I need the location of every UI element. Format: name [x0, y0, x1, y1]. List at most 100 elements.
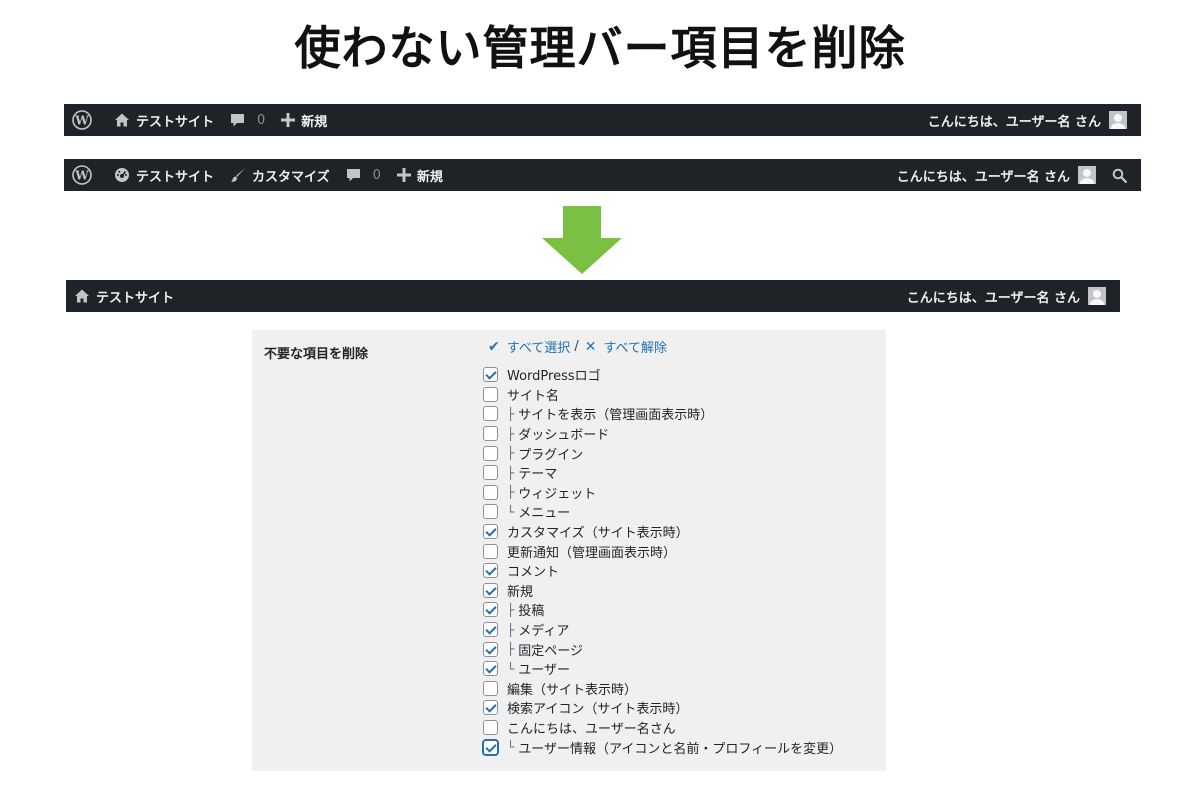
option-checkbox[interactable] — [483, 386, 498, 402]
comments-menu[interactable]: 0 — [338, 159, 389, 191]
option-label: テーマ — [518, 467, 558, 483]
option-checkbox[interactable] — [483, 641, 498, 657]
comments-count: 0 — [257, 112, 266, 128]
paintbrush-icon — [230, 167, 246, 183]
avatar — [1109, 111, 1127, 129]
option-checkbox[interactable] — [483, 622, 498, 638]
tree-connector: └ — [507, 661, 515, 676]
option-item[interactable]: WordPressロゴ — [483, 365, 842, 385]
avatar — [1088, 287, 1106, 305]
tree-connector: ├ — [507, 642, 515, 657]
option-item[interactable]: 検索アイコン（サイト表示時） — [483, 698, 842, 718]
my-account-menu[interactable]: こんにちは、ユーザー名 さん — [889, 159, 1104, 191]
option-checkbox[interactable] — [483, 406, 498, 422]
option-checkbox[interactable] — [483, 602, 498, 618]
option-checkbox[interactable] — [483, 582, 498, 598]
option-item[interactable]: コメント — [483, 561, 842, 581]
option-item[interactable]: ├ サイトを表示（管理画面表示時） — [483, 404, 842, 424]
greeting-label: こんにちは、ユーザー名 さん — [896, 169, 1070, 185]
option-item[interactable]: こんにちは、ユーザー名さん — [483, 718, 842, 738]
option-checkbox[interactable] — [483, 739, 498, 755]
plus-icon — [281, 113, 296, 127]
my-account-menu[interactable]: こんにちは、ユーザー名 さん — [920, 104, 1135, 136]
option-item[interactable]: カスタマイズ（サイト表示時） — [483, 522, 842, 542]
option-checkbox[interactable] — [483, 661, 498, 677]
tree-connector: ├ — [507, 485, 515, 500]
site-name-label: テストサイト — [136, 169, 215, 185]
new-content-menu[interactable]: 新規 — [273, 104, 335, 136]
option-item[interactable]: ├ 投稿 — [483, 600, 842, 620]
option-label: カスタマイズ（サイト表示時） — [507, 526, 689, 542]
option-item[interactable]: 更新通知（管理画面表示時） — [483, 541, 842, 561]
option-checkbox[interactable] — [483, 465, 498, 481]
option-checkbox[interactable] — [483, 445, 498, 461]
search-menu[interactable] — [1104, 159, 1135, 191]
comments-menu[interactable]: 0 — [222, 104, 273, 136]
option-item[interactable]: └ ユーザー — [483, 659, 842, 679]
option-label: 投稿 — [518, 604, 545, 620]
option-list: WordPressロゴ サイト名 ├ サイトを表示（管理画面表示時） ├ ダッシュボード ├… — [483, 365, 842, 757]
option-item[interactable]: 新規 — [483, 581, 842, 601]
bulk-select-links: ✔ すべて選択 / ✕ すべて解除 — [488, 337, 668, 357]
page-headline: 使わない管理バー項目を削除 — [294, 21, 906, 75]
site-name-menu[interactable]: テストサイト — [66, 280, 182, 312]
option-checkbox[interactable] — [483, 543, 498, 559]
greeting-label: こんにちは、ユーザー名 さん — [906, 290, 1080, 306]
option-label: サイトを表示（管理画面表示時） — [518, 408, 714, 424]
home-icon — [74, 288, 90, 304]
option-checkbox[interactable] — [483, 504, 498, 520]
option-label: WordPressロゴ — [507, 369, 601, 385]
home-icon — [114, 112, 130, 128]
option-checkbox[interactable] — [483, 700, 498, 716]
comments-count: 0 — [372, 167, 381, 183]
wp-logo-menu[interactable]: W — [64, 159, 106, 191]
deselect-all-link[interactable]: ✕ すべて解除 — [584, 337, 668, 357]
option-label: 更新通知（管理画面表示時） — [507, 545, 677, 561]
option-checkbox[interactable] — [483, 563, 498, 579]
option-label: コメント — [507, 565, 560, 581]
select-all-label: すべて選択 — [506, 341, 571, 356]
option-item[interactable]: ├ 固定ページ — [483, 639, 842, 659]
wordpress-logo-icon: W — [72, 110, 92, 130]
svg-text:W: W — [74, 169, 89, 183]
option-checkbox[interactable] — [483, 719, 498, 735]
option-label: ダッシュボード — [518, 428, 610, 444]
new-content-menu[interactable]: 新規 — [389, 159, 451, 191]
tree-connector: ├ — [507, 622, 515, 637]
wp-logo-menu[interactable]: W — [64, 104, 106, 136]
tree-connector: ├ — [507, 426, 515, 441]
option-checkbox[interactable] — [483, 367, 498, 383]
my-account-menu[interactable]: こんにちは、ユーザー名 さん — [899, 280, 1114, 312]
option-label: ウィジェット — [518, 486, 597, 502]
site-name-menu[interactable]: テストサイト — [106, 159, 222, 191]
site-name-label: テストサイト — [136, 114, 215, 130]
option-item[interactable]: ├ テーマ — [483, 463, 842, 483]
option-checkbox[interactable] — [483, 524, 498, 540]
tree-connector: ├ — [507, 446, 515, 461]
option-item[interactable]: ├ ダッシュボード — [483, 424, 842, 444]
option-checkbox[interactable] — [483, 426, 498, 442]
option-item[interactable]: 編集（サイト表示時） — [483, 679, 842, 699]
option-item[interactable]: ├ ウィジェット — [483, 483, 842, 503]
option-item[interactable]: ├ プラグイン — [483, 443, 842, 463]
wordpress-logo-icon: W — [72, 165, 92, 185]
site-name-menu[interactable]: テストサイト — [106, 104, 222, 136]
option-item[interactable]: サイト名 — [483, 385, 842, 405]
close-x-icon: ✕ — [584, 338, 597, 355]
comment-bubble-icon — [230, 113, 245, 128]
avatar — [1078, 166, 1096, 184]
down-arrow-shape — [542, 206, 622, 274]
option-label: 検索アイコン（サイト表示時） — [507, 702, 689, 718]
down-arrow-icon — [542, 206, 622, 278]
option-label: 新規 — [507, 584, 534, 600]
customize-menu[interactable]: カスタマイズ — [222, 159, 338, 191]
option-checkbox[interactable] — [483, 484, 498, 500]
deselect-all-label: すべて解除 — [603, 341, 668, 356]
option-checkbox[interactable] — [483, 680, 498, 696]
option-item[interactable]: └ ユーザー情報（アイコンと名前・プロフィールを変更） — [483, 737, 842, 757]
option-label: メニュー — [518, 506, 571, 522]
option-item[interactable]: ├ メディア — [483, 620, 842, 640]
plus-icon — [396, 168, 411, 182]
option-item[interactable]: └ メニュー — [483, 502, 842, 522]
select-all-link[interactable]: ✔ すべて選択 — [488, 337, 571, 357]
